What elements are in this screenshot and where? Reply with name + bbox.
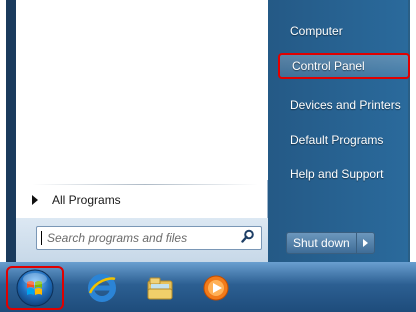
right-item-devices-and-printers[interactable]: Devices and Printers [278,92,410,118]
right-item-label: Help and Support [290,167,384,181]
right-item-default-programs[interactable]: Default Programs [278,127,410,153]
pinned-programs-area [16,0,268,180]
media-player-icon[interactable] [196,268,236,308]
right-item-computer[interactable]: Computer [278,18,410,44]
chevron-right-icon [362,239,368,247]
all-programs-item[interactable]: All Programs [24,188,260,212]
windows-explorer-folder-icon[interactable] [140,268,180,308]
right-item-label: Default Programs [290,133,384,147]
search-area: Search programs and files [16,218,268,262]
shutdown-group: Shut down [286,232,375,254]
search-input[interactable]: Search programs and files [36,226,262,250]
taskbar [0,262,416,312]
search-icon[interactable] [241,229,255,248]
all-programs-arrow-icon [32,195,38,205]
right-item-label: Computer [290,24,343,38]
text-caret [41,231,42,245]
right-item-control-panel[interactable]: Control Panel [278,53,410,79]
shutdown-label: Shut down [293,236,350,250]
windows-start-orb-icon [16,269,54,307]
internet-explorer-icon[interactable] [82,268,122,308]
start-menu: All Programs Search programs and files C… [6,0,410,262]
right-item-help-and-support[interactable]: Help and Support [278,161,410,187]
start-button[interactable] [6,266,64,310]
left-pane-separator [32,184,258,185]
search-placeholder: Search programs and files [47,231,188,245]
right-item-label: Control Panel [292,59,365,73]
shutdown-options-button[interactable] [356,232,375,254]
right-item-label: Devices and Printers [290,98,401,112]
start-menu-right-pane: Computer Control Panel Devices and Print… [268,0,414,262]
start-menu-left-pane: All Programs Search programs and files [16,0,268,262]
shutdown-button[interactable]: Shut down [286,232,357,254]
all-programs-label: All Programs [52,193,121,207]
